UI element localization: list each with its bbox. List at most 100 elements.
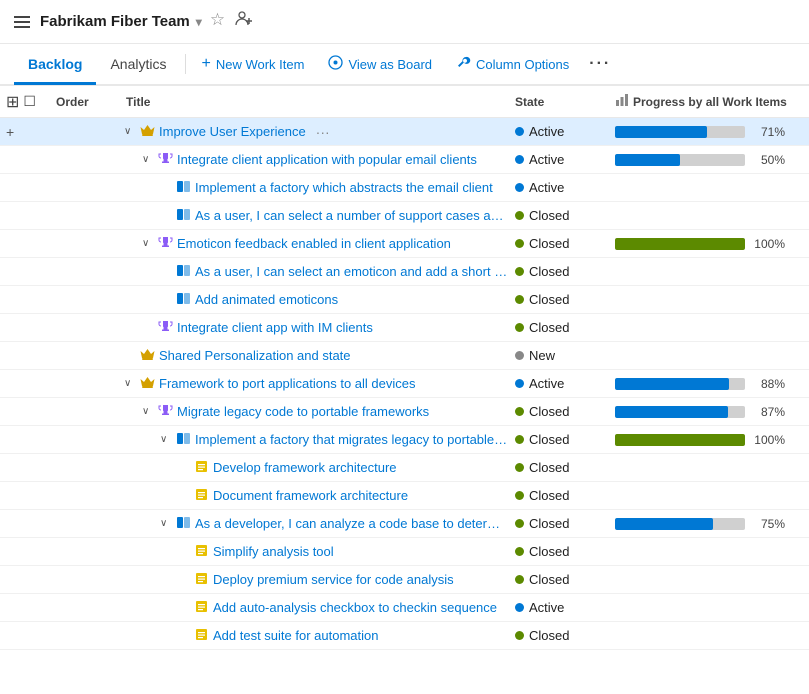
- item-label[interactable]: As a user, I can select a number of supp…: [195, 208, 509, 223]
- state-dot: [515, 435, 524, 444]
- person-icon[interactable]: [235, 10, 253, 33]
- tab-analytics[interactable]: Analytics: [96, 46, 180, 85]
- item-label[interactable]: Framework to port applications to all de…: [159, 376, 416, 391]
- item-type-icon: [194, 487, 209, 505]
- expand-chevron[interactable]: ∨: [160, 434, 172, 445]
- state-cell: Closed: [509, 460, 609, 475]
- expand-chevron[interactable]: ∨: [160, 518, 172, 529]
- table-row: ∨ Emoticon feedback enabled in client app…: [0, 230, 809, 258]
- item-label[interactable]: Improve User Experience: [159, 124, 306, 139]
- state-dot: [515, 295, 524, 304]
- wrench-icon: [456, 55, 471, 73]
- plus-icon: +: [202, 55, 211, 73]
- add-row-icon[interactable]: ⊞: [6, 92, 19, 112]
- state-cell: Active: [509, 152, 609, 167]
- state-cell: Closed: [509, 404, 609, 419]
- table-row: ∨ As a developer, I can analyze a code ba…: [0, 510, 809, 538]
- table-row: Document framework architecture Closed: [0, 482, 809, 510]
- item-type-icon: [140, 123, 155, 141]
- item-type-icon: [194, 627, 209, 645]
- state-cell: Closed: [509, 488, 609, 503]
- progress-bar-container: [615, 434, 745, 446]
- item-type-icon: [158, 403, 173, 421]
- state-cell: New: [509, 348, 609, 363]
- state-label: Closed: [529, 208, 569, 223]
- expand-chevron[interactable]: ∨: [124, 126, 136, 137]
- item-label[interactable]: As a developer, I can analyze a code bas…: [195, 516, 509, 531]
- item-label[interactable]: Simplify analysis tool: [213, 544, 334, 559]
- item-type-icon: [194, 459, 209, 477]
- item-label[interactable]: Add test suite for automation: [213, 628, 378, 643]
- state-label: Closed: [529, 488, 569, 503]
- progress-label: 100%: [751, 237, 785, 251]
- team-name-text: Fabrikam Fiber Team: [40, 13, 190, 30]
- item-label[interactable]: Implement a factory that migrates legacy…: [195, 432, 509, 447]
- progress-chart-icon: [615, 93, 629, 110]
- row-title-cell: ∨ Migrate legacy code to portable framewo…: [120, 403, 509, 421]
- expand-chevron[interactable]: ∨: [142, 238, 154, 249]
- state-dot: [515, 491, 524, 500]
- item-label[interactable]: Migrate legacy code to portable framewor…: [177, 404, 429, 419]
- progress-cell: 71%: [609, 125, 809, 139]
- tab-backlog[interactable]: Backlog: [14, 46, 96, 85]
- view-as-board-button[interactable]: View as Board: [316, 49, 444, 79]
- checkbox-icon[interactable]: ☐: [23, 93, 36, 110]
- progress-cell: 75%: [609, 517, 809, 531]
- table-row: Add auto-analysis checkbox to checkin se…: [0, 594, 809, 622]
- expand-chevron[interactable]: ∨: [124, 378, 136, 389]
- item-label[interactable]: Integrate client app with IM clients: [177, 320, 373, 335]
- th-tools: ⊞ ☐: [0, 92, 50, 112]
- progress-cell: 100%: [609, 433, 809, 447]
- table-row: ∨ Implement a factory that migrates legac…: [0, 426, 809, 454]
- team-name: Fabrikam Fiber Team ▾: [40, 13, 202, 30]
- top-bar-icons: ☆: [210, 10, 253, 33]
- row-more-button[interactable]: ···: [316, 124, 330, 140]
- progress-label: 50%: [751, 153, 785, 167]
- item-label[interactable]: Integrate client application with popula…: [177, 152, 477, 167]
- nav-bar: Backlog Analytics + New Work Item View a…: [0, 44, 809, 86]
- column-options-button[interactable]: Column Options: [444, 49, 581, 79]
- state-cell: Closed: [509, 292, 609, 307]
- item-label[interactable]: Implement a factory which abstracts the …: [195, 180, 493, 195]
- table-row: Develop framework architecture Closed: [0, 454, 809, 482]
- row-title-cell: Add test suite for automation: [120, 627, 509, 645]
- chevron-down-icon[interactable]: ▾: [196, 15, 202, 29]
- new-work-item-button[interactable]: + New Work Item: [190, 49, 317, 79]
- item-label[interactable]: Document framework architecture: [213, 488, 408, 503]
- star-icon[interactable]: ☆: [210, 10, 225, 33]
- table-header: ⊞ ☐ Order Title State Progress by all Wo…: [0, 86, 809, 118]
- table-row: As a user, I can select an emoticon and …: [0, 258, 809, 286]
- item-type-icon: [140, 375, 155, 393]
- item-type-icon: [140, 347, 155, 365]
- hamburger-menu[interactable]: [14, 16, 30, 28]
- more-actions-button[interactable]: ···: [581, 51, 619, 77]
- row-title-cell: ∨ Improve User Experience ···: [120, 123, 509, 141]
- progress-label: 75%: [751, 517, 785, 531]
- item-label[interactable]: Shared Personalization and state: [159, 348, 351, 363]
- progress-bar-fill: [615, 126, 707, 138]
- item-type-icon: [176, 207, 191, 225]
- th-order: Order: [50, 95, 120, 109]
- state-dot: [515, 323, 524, 332]
- table-row: Simplify analysis tool Closed: [0, 538, 809, 566]
- expand-chevron[interactable]: ∨: [142, 406, 154, 417]
- state-dot: [515, 379, 524, 388]
- item-label[interactable]: Emoticon feedback enabled in client appl…: [177, 236, 451, 251]
- item-label[interactable]: Add auto-analysis checkbox to checkin se…: [213, 600, 497, 615]
- th-state: State: [509, 95, 609, 109]
- state-label: Active: [529, 152, 564, 167]
- add-child-button[interactable]: +: [6, 124, 14, 140]
- expand-chevron[interactable]: ∨: [142, 154, 154, 165]
- state-label: Active: [529, 124, 564, 139]
- state-dot: [515, 211, 524, 220]
- state-dot: [515, 155, 524, 164]
- view-as-board-label: View as Board: [348, 57, 432, 72]
- tree-body: + ∨ Improve User Experience ··· Active 71% ∨ In…: [0, 118, 809, 694]
- state-cell: Closed: [509, 544, 609, 559]
- item-label[interactable]: Develop framework architecture: [213, 460, 397, 475]
- item-label[interactable]: As a user, I can select an emoticon and …: [195, 264, 509, 279]
- item-label[interactable]: Deploy premium service for code analysis: [213, 572, 454, 587]
- item-label[interactable]: Add animated emoticons: [195, 292, 338, 307]
- state-dot: [515, 519, 524, 528]
- table-row: Integrate client app with IM clientsClos…: [0, 314, 809, 342]
